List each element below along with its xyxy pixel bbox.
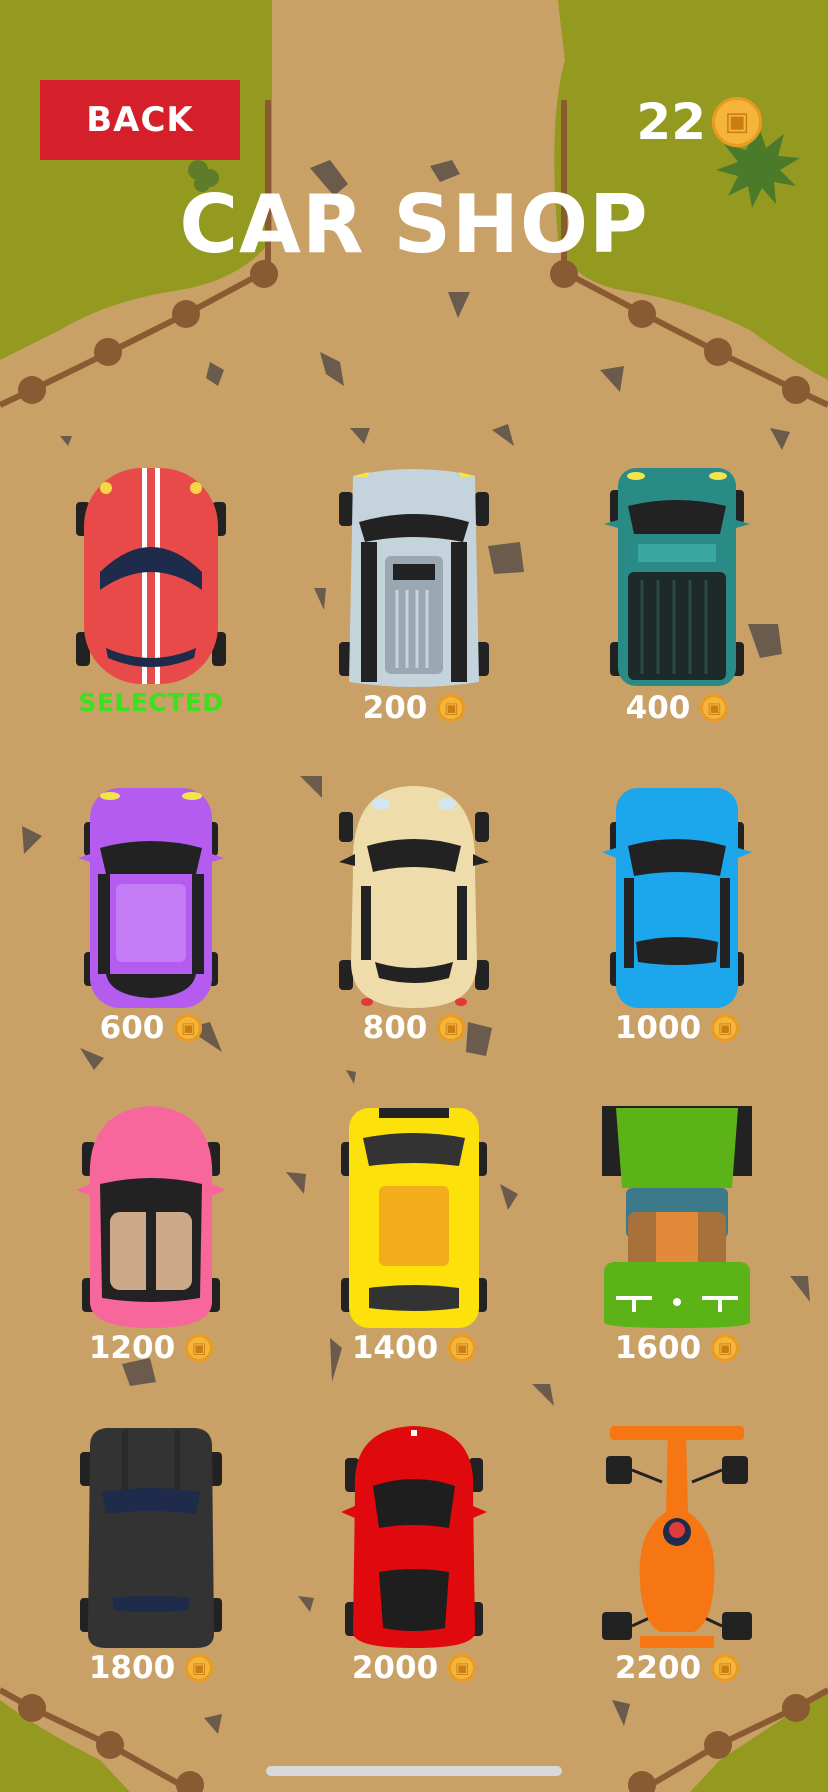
price-amount: 1800 (88, 1650, 176, 1686)
price-tag: 600 ▣ (51, 1008, 251, 1048)
teal-pickup-icon (604, 468, 750, 686)
silver-truck-icon (339, 469, 489, 687)
car-slot-pink-convertible[interactable]: 1200 ▣ (51, 1092, 251, 1392)
price-tag: 400 ▣ (577, 688, 777, 728)
black-muscle-icon (80, 1428, 222, 1648)
price-amount: 400 (625, 690, 691, 726)
price-tag: 1000 ▣ (577, 1008, 777, 1048)
car-slot-green-tractor[interactable]: 1600 ▣ (577, 1092, 777, 1392)
pink-convertible-icon (76, 1106, 226, 1328)
car-slot-blue-sedan[interactable]: 1000 ▣ (577, 772, 777, 1072)
coin-icon: ▣ (712, 97, 762, 147)
car-slot-black-muscle[interactable]: 1800 ▣ (51, 1412, 251, 1712)
price-tag: 1600 ▣ (577, 1328, 777, 1368)
price-tag: 2000 ▣ (314, 1648, 514, 1688)
price-tag: 2200 ▣ (577, 1648, 777, 1688)
orange-formula-icon (602, 1426, 752, 1648)
car-slot-red-supercar[interactable]: 2000 ▣ (314, 1412, 514, 1712)
price-tag: 800 ▣ (314, 1008, 514, 1048)
car-slot-purple-hatch[interactable]: 600 ▣ (51, 772, 251, 1072)
price-amount: 1000 (614, 1010, 702, 1046)
coin-icon: ▣ (448, 1334, 477, 1362)
back-button[interactable]: BACK (40, 80, 240, 160)
price-amount: 1600 (614, 1330, 702, 1366)
coin-icon: ▣ (174, 1014, 203, 1042)
selected-label: SELECTED (78, 688, 224, 717)
coin-icon: ▣ (448, 1654, 477, 1682)
coin-icon: ▣ (711, 1014, 740, 1042)
yellow-taxi-icon (341, 1108, 487, 1328)
home-indicator[interactable] (266, 1766, 562, 1776)
price-amount: 2200 (614, 1650, 702, 1686)
car-slot-silver-truck[interactable]: 200 ▣ (314, 452, 514, 752)
coin-count: 22 (636, 93, 706, 151)
page-title: CAR SHOP (179, 178, 649, 271)
coin-balance: 22 ▣ (636, 92, 762, 152)
price-amount: 1400 (351, 1330, 439, 1366)
price-tag: 200 ▣ (314, 688, 514, 728)
red-supercar-icon (341, 1426, 487, 1648)
coin-icon: ▣ (711, 1334, 740, 1362)
coin-icon: ▣ (185, 1334, 214, 1362)
price-tag: 1800 ▣ (51, 1648, 251, 1688)
red-sport-car-icon (76, 468, 226, 684)
car-slot-beige-beetle[interactable]: 800 ▣ (314, 772, 514, 1072)
price-tag: 1400 ▣ (314, 1328, 514, 1368)
price-amount: 2000 (351, 1650, 439, 1686)
car-slot-teal-pickup[interactable]: 400 ▣ (577, 452, 777, 752)
purple-hatch-icon (78, 788, 224, 1008)
price-amount: 800 (362, 1010, 428, 1046)
price-amount: 1200 (88, 1330, 176, 1366)
coin-icon: ▣ (437, 694, 466, 722)
coin-icon: ▣ (185, 1654, 214, 1682)
coin-icon: ▣ (711, 1654, 740, 1682)
blue-sedan-icon (602, 788, 752, 1008)
car-slot-yellow-taxi[interactable]: 1400 ▣ (314, 1092, 514, 1392)
beige-beetle-icon (339, 786, 489, 1008)
car-slot-red-sport[interactable]: SELECTED (51, 452, 251, 752)
price-amount: 200 (362, 690, 428, 726)
green-tractor-icon (602, 1106, 752, 1328)
price-tag: 1200 ▣ (51, 1328, 251, 1368)
car-slot-orange-formula[interactable]: 2200 ▣ (577, 1412, 777, 1712)
coin-icon: ▣ (437, 1014, 466, 1042)
coin-icon: ▣ (700, 694, 729, 722)
price-amount: 600 (99, 1010, 165, 1046)
